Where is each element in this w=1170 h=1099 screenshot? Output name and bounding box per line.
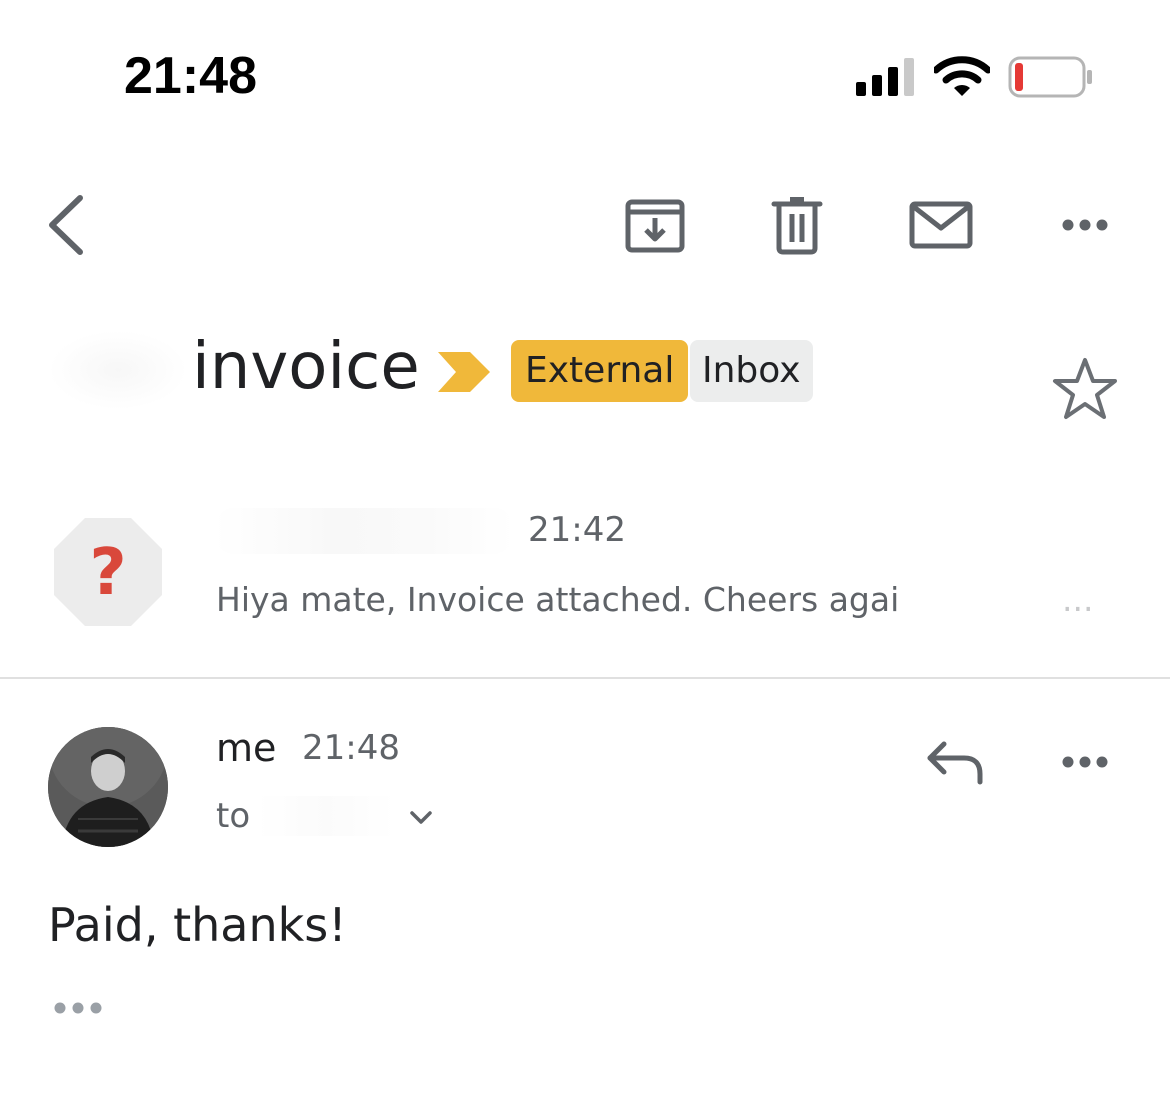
show-trimmed-content-icon[interactable]: [48, 990, 108, 1026]
importance-marker-icon[interactable]: [436, 350, 492, 394]
message-time: 21:42: [528, 510, 626, 550]
thread-subject: invoice: [192, 330, 420, 404]
wifi-icon: [934, 56, 990, 96]
message-time: 21:48: [302, 728, 400, 768]
cellular-signal-icon: [856, 58, 914, 96]
message-body: Paid, thanks!: [48, 898, 347, 952]
person-photo-icon: [48, 727, 168, 847]
question-mark-icon: ?: [89, 536, 126, 610]
more-horizontal-icon[interactable]: [1050, 190, 1120, 260]
status-time: 21:48: [124, 47, 257, 105]
star-icon[interactable]: [1052, 356, 1118, 420]
label-inbox[interactable]: Inbox: [690, 340, 813, 402]
mail-icon[interactable]: [906, 190, 976, 260]
redacted-recipients: [256, 796, 396, 836]
trash-icon[interactable]: [762, 190, 832, 260]
back-arrow-icon[interactable]: [40, 190, 96, 260]
reply-icon[interactable]: [920, 730, 990, 794]
recipients-label: to: [216, 796, 251, 836]
label-external[interactable]: External: [511, 340, 689, 402]
message-snippet[interactable]: Hiya mate, Invoice attached. Cheers agai: [216, 580, 899, 619]
redacted-snippet: [904, 578, 1064, 626]
redacted-sender-name: [214, 508, 514, 554]
archive-icon[interactable]: [620, 190, 690, 260]
sender-name: me: [216, 726, 277, 770]
snippet-ellipsis: ...: [1062, 580, 1094, 619]
unknown-sender-avatar[interactable]: ?: [52, 516, 164, 628]
redacted-subject-prefix: [48, 330, 188, 410]
avatar[interactable]: [48, 727, 168, 847]
message-divider: [0, 677, 1170, 679]
battery-icon: [1008, 56, 1092, 98]
more-horizontal-icon[interactable]: [1050, 730, 1120, 794]
chevron-down-icon[interactable]: [406, 804, 436, 832]
